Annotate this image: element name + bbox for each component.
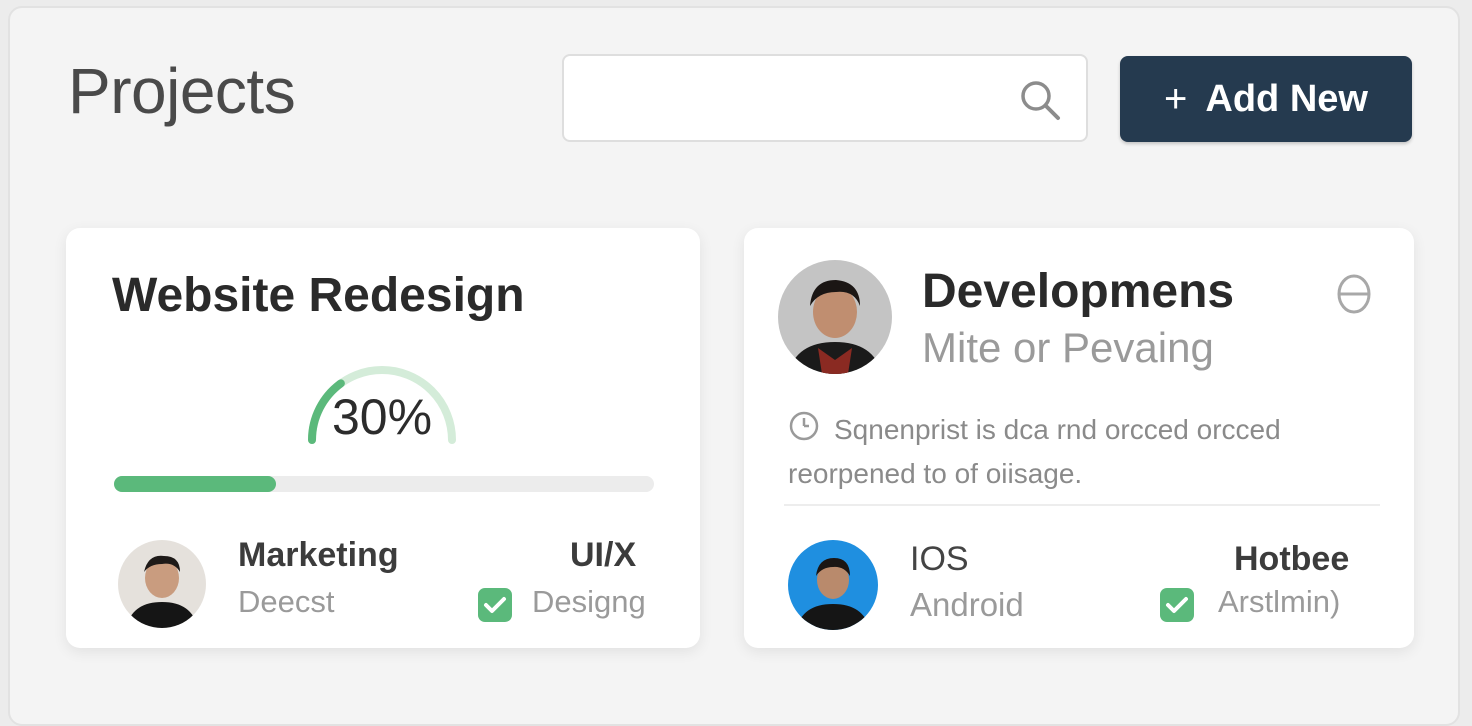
status-label: Arstlmin) [1218, 584, 1341, 619]
team-label: Marketing [238, 536, 399, 574]
category-label: UI/X [570, 536, 637, 574]
category-label: Hotbee [1234, 540, 1350, 578]
team-sub-label: Deecst [238, 584, 335, 619]
card-title: Website Redesign [112, 269, 525, 322]
progress-bar [114, 476, 654, 492]
check-icon[interactable] [1160, 588, 1194, 622]
progress-bar-fill [114, 476, 276, 492]
page-title: Projects [68, 55, 296, 127]
add-new-label: Add New [1205, 77, 1368, 120]
plus-icon: + [1164, 76, 1188, 121]
projects-panel: Projects + Add New Website Redesign 30% [8, 6, 1460, 726]
platform-label: IOS [910, 540, 969, 578]
project-card-developmens[interactable]: Developmens Mite or Pevaing Sqnenprist i… [744, 228, 1414, 648]
search-input[interactable] [578, 70, 1012, 128]
divider [784, 504, 1380, 506]
collapse-icon[interactable] [1334, 272, 1374, 316]
avatar[interactable] [788, 540, 878, 630]
add-new-button[interactable]: + Add New [1120, 56, 1412, 142]
card-title: Developmens [922, 265, 1235, 318]
avatar[interactable] [778, 260, 892, 374]
progress-percent-label: 30% [331, 389, 433, 445]
check-icon[interactable] [478, 588, 512, 622]
platform-sub-label: Android [910, 586, 1024, 623]
avatar[interactable] [118, 540, 206, 628]
search-icon[interactable] [1016, 76, 1064, 124]
status-label: Designg [532, 584, 646, 619]
project-card-website-redesign[interactable]: Website Redesign 30% Marketing Deecst UI… [66, 228, 700, 648]
card-subtitle: Mite or Pevaing [922, 324, 1214, 371]
search-box[interactable] [562, 54, 1088, 142]
card-description: Sqnenprist is dca rnd orcced orcced reor… [788, 414, 1281, 489]
